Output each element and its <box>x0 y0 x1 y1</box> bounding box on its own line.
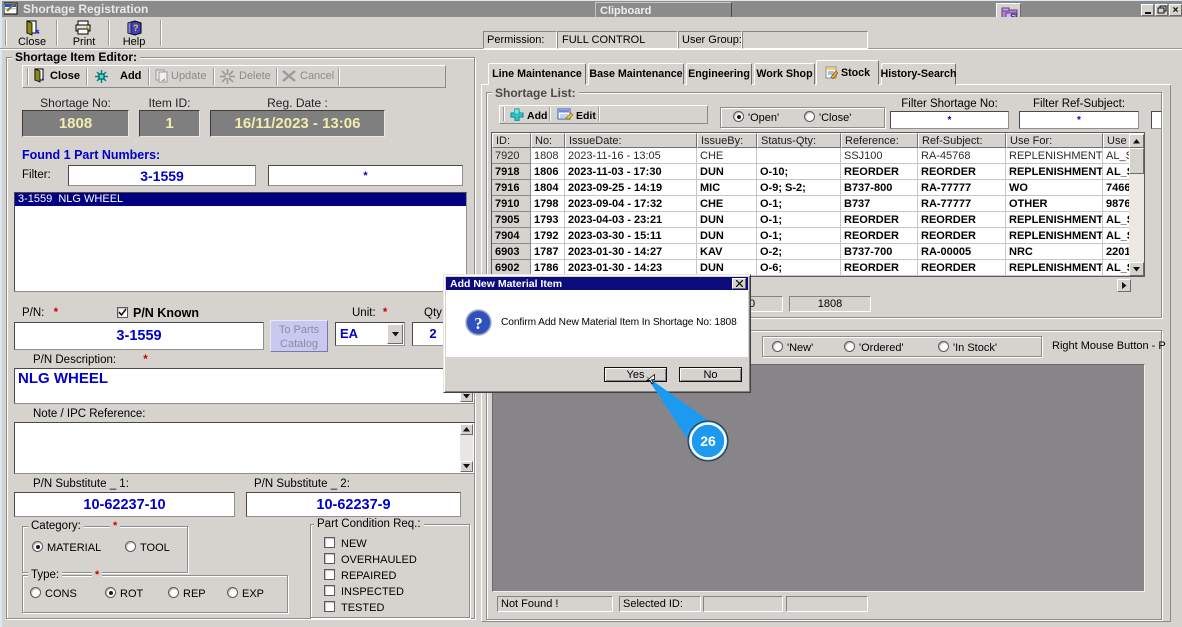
svg-text:?: ? <box>474 314 483 333</box>
svg-text:26: 26 <box>700 433 716 449</box>
svg-text:?: ? <box>133 23 139 33</box>
